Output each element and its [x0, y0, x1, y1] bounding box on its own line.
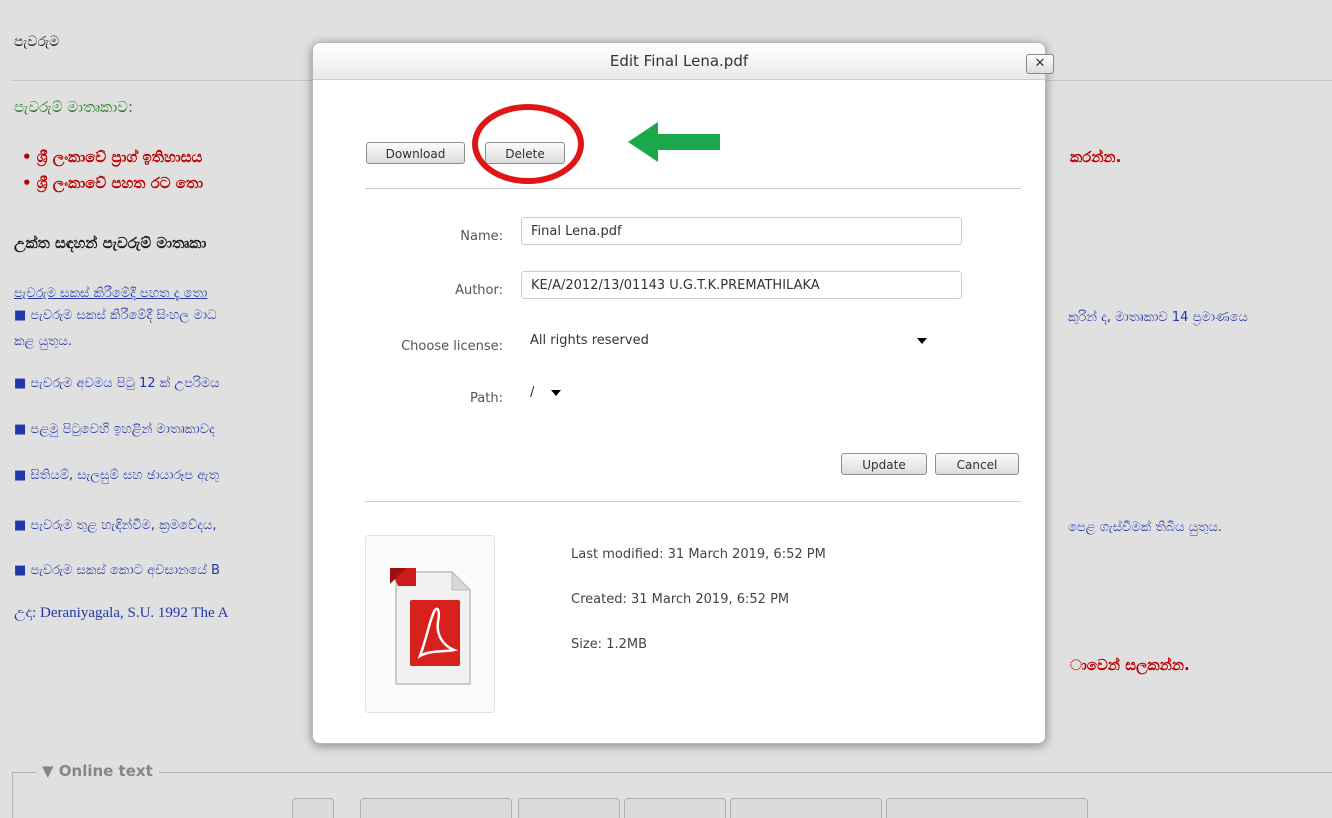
path-label: Path: [470, 391, 503, 406]
license-selected-value: All rights reserved [530, 333, 649, 348]
pointer-arrow-icon [628, 122, 720, 162]
chevron-down-icon [917, 338, 927, 344]
chevron-down-icon [551, 390, 561, 396]
divider-top [365, 188, 1021, 189]
path-select[interactable]: / [521, 379, 567, 407]
file-size-text: Size: 1.2MB [571, 637, 648, 652]
cancel-button[interactable]: Cancel [935, 453, 1019, 475]
dialog-title-bar: Edit Final Lena.pdf ✕ [313, 43, 1054, 80]
path-selected-value: / [530, 385, 535, 400]
pdf-file-icon [390, 568, 472, 685]
divider-bottom [365, 501, 1021, 502]
close-button[interactable]: ✕ [1026, 54, 1054, 74]
name-field[interactable]: Final Lena.pdf [521, 217, 962, 245]
dialog-title: Edit Final Lena.pdf [609, 52, 749, 70]
name-label: Name: [460, 229, 503, 244]
last-modified-text: Last modified: 31 March 2019, 6:52 PM [571, 547, 826, 562]
license-select[interactable]: All rights reserved [521, 327, 934, 355]
license-label: Choose license: [401, 339, 503, 354]
author-label: Author: [455, 283, 503, 298]
delete-highlight-circle [472, 104, 584, 184]
update-button[interactable]: Update [841, 453, 927, 475]
author-field[interactable]: KE/A/2012/13/01143 U.G.T.K.PREMATHILAKA [521, 271, 962, 299]
created-text: Created: 31 March 2019, 6:52 PM [571, 592, 790, 607]
download-button[interactable]: Download [366, 142, 465, 164]
close-icon: ✕ [1034, 56, 1046, 71]
file-thumbnail [365, 535, 495, 713]
